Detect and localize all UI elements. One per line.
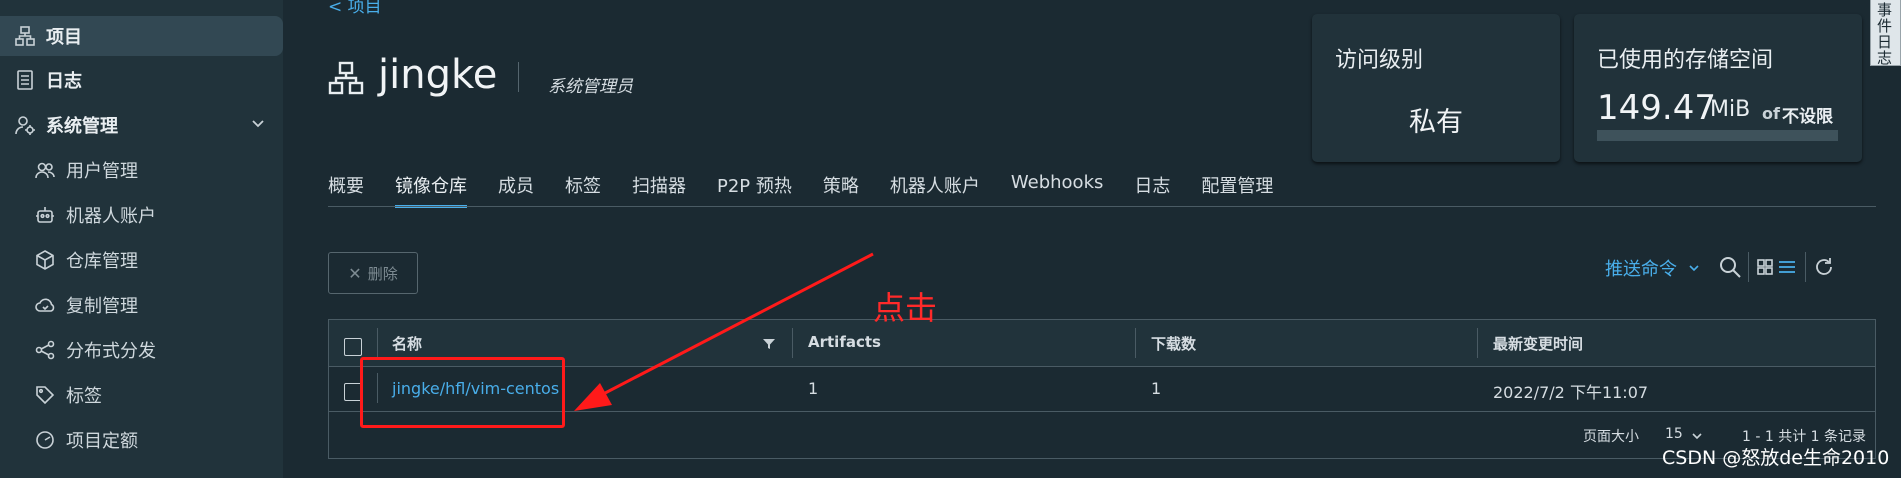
close-icon: ✕	[348, 263, 362, 283]
chevron-down-icon[interactable]	[1691, 430, 1703, 442]
tab-summary[interactable]: 概要	[328, 172, 364, 205]
tag-icon	[34, 384, 56, 406]
quota-icon	[34, 429, 56, 451]
sidebar-item-label: 分布式分发	[66, 341, 156, 362]
column-header-name[interactable]: 名称	[392, 333, 422, 354]
column-separator	[1135, 328, 1136, 358]
storage-limit: 不设限	[1782, 107, 1833, 127]
delete-button-label: 删除	[367, 264, 398, 283]
search-icon[interactable]	[1718, 255, 1742, 279]
storage-of: of	[1762, 104, 1780, 123]
column-header-last-modified[interactable]: 最新变更时间	[1493, 333, 1583, 354]
admin-icon	[14, 114, 36, 136]
column-separator	[377, 328, 378, 358]
access-level-value: 私有	[1409, 107, 1463, 138]
refresh-icon[interactable]	[1813, 256, 1835, 278]
project-tabs: 概要 镜像仓库 成员 标签 扫描器 P2P 预热 策略 机器人账户 Webhoo…	[328, 172, 1304, 208]
project-icon	[14, 25, 36, 47]
column-separator	[1477, 328, 1478, 358]
toolbar-divider	[1805, 252, 1806, 282]
storage-used-value: 149.47	[1597, 88, 1716, 128]
watermark: CSDN @怒放de生命2010	[1662, 447, 1890, 469]
sidebar-item-label: 系统管理	[46, 116, 118, 137]
column-header-downloads[interactable]: 下载数	[1151, 333, 1196, 354]
sidebar-item-label: 标签	[66, 386, 102, 407]
log-icon	[14, 69, 36, 91]
sidebar: 项目 日志 系统管理 用户管理 机器人账户 仓库管理 复制管理 分布式分发 标签…	[0, 0, 283, 478]
tab-members[interactable]: 成员	[498, 172, 534, 205]
project-role: 系统管理员	[548, 77, 633, 97]
tab-scanner[interactable]: 扫描器	[632, 172, 686, 205]
tab-policy[interactable]: 策略	[823, 172, 859, 205]
event-log-tab[interactable]: 事件日志	[1870, 0, 1901, 66]
sidebar-item-administration[interactable]: 系统管理	[0, 105, 283, 145]
sidebar-item-users[interactable]: 用户管理	[0, 150, 283, 190]
tab-p2p-preheat[interactable]: P2P 预热	[717, 172, 792, 205]
sidebar-item-robot-accounts[interactable]: 机器人账户	[0, 195, 283, 235]
tab-webhooks[interactable]: Webhooks	[1011, 172, 1103, 205]
back-to-projects-link[interactable]: < 项目	[328, 0, 382, 17]
last-modified-time: 2022/7/2 下午11:07	[1493, 383, 1649, 402]
distribution-icon	[34, 339, 56, 361]
chevron-down-icon[interactable]	[251, 117, 265, 131]
title-divider	[518, 62, 519, 92]
tab-labels[interactable]: 标签	[565, 172, 601, 205]
sidebar-item-label: 项目	[46, 27, 82, 48]
project-icon	[328, 60, 364, 96]
list-view-icon[interactable]	[1777, 257, 1797, 277]
sidebar-item-label: 复制管理	[66, 296, 138, 317]
tab-configuration[interactable]: 配置管理	[1201, 172, 1273, 205]
sidebar-item-label: 项目定额	[66, 431, 138, 452]
storage-title: 已使用的存储空间	[1597, 48, 1774, 73]
annotation-arrow-icon	[574, 252, 874, 411]
page-size-label: 页面大小	[1583, 429, 1639, 445]
sidebar-item-labels[interactable]: 标签	[0, 375, 283, 415]
tab-repositories[interactable]: 镜像仓库	[395, 172, 467, 208]
tab-logs[interactable]: 日志	[1134, 172, 1170, 205]
access-level-card: 访问级别 私有	[1312, 14, 1560, 162]
sidebar-item-project-quotas[interactable]: 项目定额	[0, 420, 283, 460]
access-level-title: 访问级别	[1335, 48, 1424, 73]
storage-progress-bar	[1597, 130, 1838, 141]
replication-icon	[34, 294, 56, 316]
storage-unit: MiB	[1710, 97, 1751, 122]
users-icon	[34, 159, 56, 181]
sidebar-item-label: 仓库管理	[66, 251, 138, 272]
grid-view-icon[interactable]	[1756, 257, 1776, 277]
sidebar-item-replications[interactable]: 复制管理	[0, 285, 283, 325]
tab-robot-accounts[interactable]: 机器人账户	[890, 172, 980, 205]
robot-icon	[34, 204, 56, 226]
page-title: jingke	[378, 52, 498, 98]
sidebar-item-logs[interactable]: 日志	[0, 60, 283, 100]
sidebar-item-projects[interactable]: 项目	[0, 16, 283, 56]
sidebar-item-registries[interactable]: 仓库管理	[0, 240, 283, 280]
sidebar-item-label: 机器人账户	[66, 206, 156, 227]
sidebar-item-label: 日志	[46, 71, 82, 92]
chevron-down-icon[interactable]	[1688, 262, 1700, 274]
storage-card: 已使用的存储空间 149.47 MiB of 不设限	[1574, 14, 1862, 162]
tabs-divider	[328, 206, 1876, 207]
event-log-tab-label: 事件日志	[1877, 1, 1893, 67]
delete-button[interactable]: ✕ 删除	[328, 252, 418, 294]
select-all-checkbox[interactable]	[344, 338, 362, 356]
sidebar-item-distributions[interactable]: 分布式分发	[0, 330, 283, 370]
sidebar-item-label: 用户管理	[66, 161, 138, 182]
page-size-select[interactable]: 15	[1665, 426, 1683, 442]
annotation-highlight-box	[360, 357, 565, 428]
download-count: 1	[1151, 379, 1162, 398]
registry-icon	[34, 249, 56, 271]
toolbar-divider	[1748, 252, 1749, 282]
push-command-dropdown[interactable]: 推送命令	[1605, 255, 1677, 281]
